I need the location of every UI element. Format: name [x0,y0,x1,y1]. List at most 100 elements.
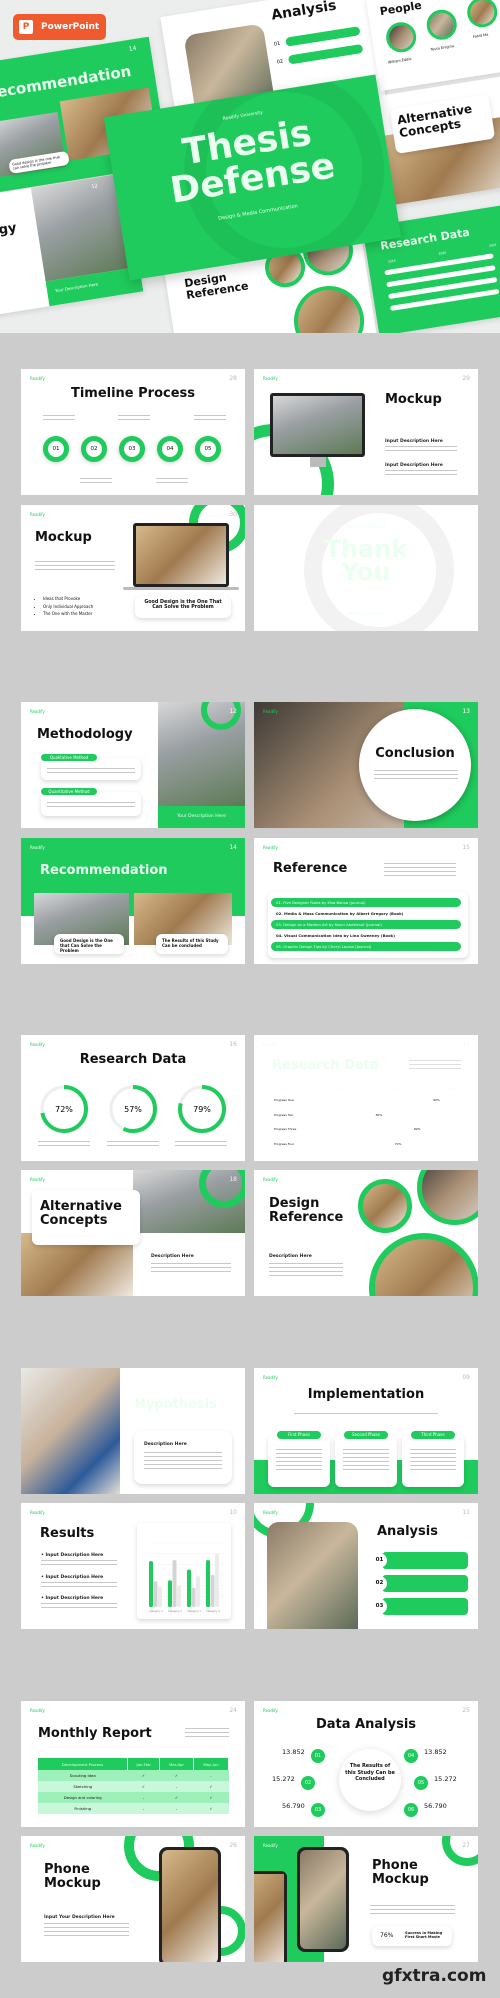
timeline-step: 05 [195,436,221,462]
table-row: Design and coloring - ✓ ✓ [38,1792,229,1803]
table-row: Finishing - - ✓ [38,1803,229,1814]
value-label: 13.852 [424,1748,447,1756]
slide-analysis[interactable]: Readify 11 Analysis 01 02 03 [254,1503,478,1629]
description-heading: Description Here [269,1254,312,1259]
report-table: Development Process Jan-Feb Mar-Apr May-Jun… [38,1758,230,1814]
year: 2019 [387,258,396,264]
slide-design-reference[interactable]: Readify Design Reference Description Here [254,1170,478,1296]
slide-methodology[interactable]: Readify Your Description Here 12 Methodo… [21,702,245,828]
phone-mockup [254,1871,287,1962]
slide-number: 24 [229,1707,237,1714]
slide-hypothesis[interactable]: 08 Hypothesis Description Here [21,1368,245,1494]
progress-fill: Progress One 90% [270,1097,443,1103]
year-label: 2022 [447,1087,456,1091]
bar [206,1560,210,1607]
text-placeholder [185,1728,229,1740]
analysis-item: 03 [372,1598,468,1615]
powerpoint-badge: P PowerPoint [13,14,106,40]
slide-title: Phone Mockup [372,1859,429,1886]
slide-number: 26 [229,1842,237,1849]
text-placeholder [38,1141,90,1147]
slide-data-analysis[interactable]: Readify 25 Data Analysis The Results of … [254,1701,478,1827]
brand-label: Readify [30,709,45,714]
slide-phone-mockup-26[interactable]: Readify 26 Phone Mockup Input Your Descri… [21,1836,245,1962]
slide-thank-you[interactable]: Made by RGBryand Thank You Readify Univer… [254,505,478,631]
quote-box: Good Design is the One That Can Solve th… [135,596,231,618]
slide-number: 08 [228,1374,237,1381]
slide-title: Phone Mockup [44,1863,101,1890]
description-heading: Input Description Here [385,463,443,468]
bar [172,1560,177,1607]
table-cell: - [175,1806,178,1811]
year-label: 2019 [276,1087,285,1091]
slide-phone-mockup-27[interactable]: Readify 27 Phone Mockup 76% Success in Ma… [254,1836,478,1962]
slide-title: Timeline Process [70,386,196,401]
step-badge: 06 [404,1803,418,1817]
value-label: 15.272 [434,1775,457,1783]
text-placeholder [370,1905,455,1915]
progress-pct: 90% [433,1098,440,1102]
progress-fill: Progress Four 70% [270,1140,405,1147]
slide-number: 10 [229,1509,237,1516]
table-cell: - [175,1784,178,1789]
brand-label: Readify [30,845,45,850]
category-label: Category 1 [149,1609,163,1613]
progress-label: Progress Three [274,1127,297,1131]
person-name: Fahid Ma [472,32,489,39]
slide-alternative-concepts[interactable]: Readify 18 Alternative Concepts Descripti… [21,1170,245,1296]
category-label: Category 2 [168,1609,182,1613]
slide-mockup-29[interactable]: Readify 29 Mockup Input Description Here… [254,369,478,495]
slide-mockup-30[interactable]: Readify 30 Mockup Ideas that Provoke Onl… [21,505,245,631]
table-row: Sketching ✓ - ✓ [38,1781,229,1792]
slide-recommendation[interactable]: Readify 14 Recommendation Good Design is… [21,838,245,964]
result-item-label: Input Description Here [45,1596,104,1601]
bar [158,1586,162,1607]
step-badge: 02 [301,1776,315,1790]
timeline-step: 01 [43,436,69,462]
photo [288,280,370,333]
thank-you-title: Thank You [254,537,478,584]
photo [254,1874,284,1962]
bar [191,1587,196,1607]
slide-results[interactable]: Readify 10 Results • Input Description H… [21,1503,245,1629]
slide-implementation[interactable]: Readify 09 Implementation First Phase Se… [254,1368,478,1494]
analysis-pill [285,26,361,47]
slide-research-17[interactable]: Readify 17 Research Data 2019 2020 2021 202… [254,1035,478,1161]
text-placeholder [44,1923,129,1937]
caption-box: Good Design is the One that Can Solve th… [54,934,124,954]
table-cell: ✓ [141,1773,146,1778]
timeline-step: 04 [157,436,183,462]
text-placeholder [43,415,75,420]
slide-monthly-report[interactable]: Readify 24 Monthly Report Development Pr… [21,1701,245,1827]
table-cell: ✓ [174,1773,179,1778]
slide-title: Analysis [377,1524,438,1539]
slide-research-16[interactable]: Readify 16 Research Data 72% 57% 79% [21,1035,245,1161]
method-card [41,758,141,780]
laptop-base [123,587,239,590]
analysis-bar [382,1575,468,1592]
title-line: Mockup [44,1875,101,1891]
brand-label: Readify [30,512,45,517]
slide-title: Research Data [79,1052,187,1067]
table-cell: Sketching [73,1784,93,1789]
bar [177,1585,181,1607]
text-placeholder [175,1141,227,1147]
phase-card [335,1435,397,1487]
title-line: Mockup [372,1871,429,1887]
column-header: Development Process [38,1758,128,1770]
caption-bar: Your Description Here [158,806,245,828]
avatar [424,7,459,42]
hero-meth-num: 12 [90,183,99,191]
year-label: 2020 [333,1087,342,1091]
brand-label: Readify [30,376,45,381]
title-circle [359,709,471,821]
progress-fill: Progress Two 60% [270,1111,386,1118]
slide-conclusion[interactable]: Readify 13 Conclusion [254,702,478,828]
column-header: Mar-Apr [159,1758,194,1770]
reference-item: 01. Five Designer Rules by Elsa Bansa (J… [271,898,461,907]
slide-title: Results [40,1526,95,1541]
slide-timeline[interactable]: Readify 28 Timeline Process 01 02 03 04 05 [21,369,245,495]
photo [273,396,362,454]
brand-label: Readify [263,845,278,850]
slide-reference[interactable]: Readify 15 Reference 01. Five Designer R… [254,838,478,964]
